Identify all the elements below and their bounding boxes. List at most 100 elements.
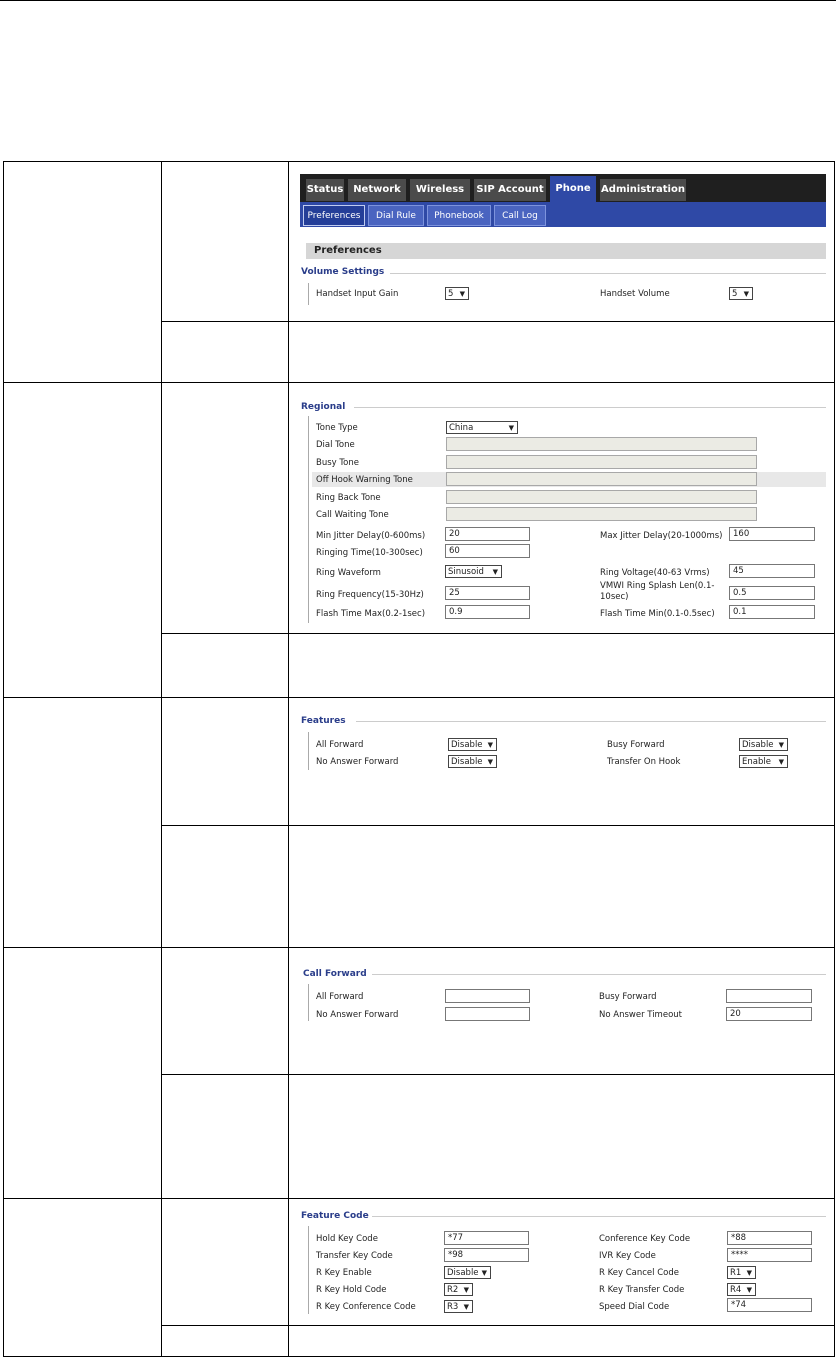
ring-waveform-select[interactable]: Sinusoid ▼ — [445, 565, 502, 578]
vmwi-ring-splash-input[interactable]: 0.5 — [729, 586, 815, 600]
dropdown-arrow-icon: ▼ — [746, 1269, 752, 1277]
section-title: Volume Settings — [301, 267, 385, 277]
field-label: Handset Volume — [600, 289, 670, 299]
field-label: VMWI Ring Splash Len(0.1- — [600, 581, 715, 591]
conference-key-code-input[interactable]: *88 — [727, 1231, 812, 1245]
field-label: Off Hook Warning Tone — [316, 475, 413, 485]
tab-network[interactable]: Network — [348, 179, 406, 201]
input-gain-select[interactable]: 5 ▼ — [445, 287, 469, 300]
r-key-transfer-code-select[interactable]: R4 ▼ — [727, 1283, 756, 1296]
field-label: Ring Frequency(15-30Hz) — [316, 590, 424, 600]
dropdown-arrow-icon: ▼ — [492, 568, 498, 576]
table-row-line — [3, 382, 835, 383]
section-bracket — [308, 283, 309, 305]
field-label: Handset Input Gain — [316, 289, 399, 299]
dropdown-arrow-icon: ▼ — [463, 1303, 469, 1311]
dropdown-arrow-icon: ▼ — [459, 290, 465, 298]
busy-forward-input[interactable] — [726, 989, 812, 1003]
tab-administration[interactable]: Administration — [600, 179, 686, 201]
field-label: Flash Time Min(0.1-0.5sec) — [600, 609, 715, 619]
section-divider — [356, 721, 826, 722]
section-bracket — [308, 732, 309, 770]
table-row-line — [161, 321, 835, 322]
tab-sip-account[interactable]: SIP Account — [474, 179, 546, 201]
field-label: Speed Dial Code — [599, 1302, 670, 1312]
r-key-cancel-code-select[interactable]: R1 ▼ — [727, 1266, 756, 1279]
field-label: Ring Waveform — [316, 568, 381, 578]
transfer-on-hook-select[interactable]: Enable ▼ — [739, 755, 788, 768]
tab-phone[interactable]: Phone — [550, 176, 596, 202]
no-answer-forward-select[interactable]: Disable ▼ — [448, 755, 497, 768]
table-border-right — [834, 161, 835, 1357]
tab-status[interactable]: Status — [306, 179, 344, 201]
subtab-dial-rule[interactable]: Dial Rule — [368, 205, 424, 226]
field-label: R Key Transfer Code — [599, 1285, 685, 1295]
busy-forward-select[interactable]: Disable ▼ — [739, 738, 788, 751]
handset-volume-select[interactable]: 5 ▼ — [729, 287, 753, 300]
field-label: Transfer On Hook — [607, 757, 681, 767]
ring-voltage-input[interactable]: 45 — [729, 564, 815, 578]
busy-tone-field[interactable] — [446, 455, 757, 469]
field-label: Flash Time Max(0.2-1sec) — [316, 609, 426, 619]
field-label: Busy Forward — [607, 740, 665, 750]
section-title: Call Forward — [303, 969, 367, 979]
no-answer-timeout-input[interactable]: 20 — [726, 1007, 812, 1021]
transfer-key-code-input[interactable]: *98 — [444, 1248, 529, 1262]
field-label: R Key Cancel Code — [599, 1268, 679, 1278]
field-label: All Forward — [316, 740, 364, 750]
r-key-enable-select[interactable]: Disable ▼ — [444, 1266, 491, 1279]
all-forward-input[interactable] — [445, 989, 530, 1003]
flash-time-min-input[interactable]: 0.1 — [729, 605, 815, 619]
dial-tone-field[interactable] — [446, 437, 757, 451]
field-label: Busy Forward — [599, 992, 657, 1002]
field-label: No Answer Forward — [316, 1010, 399, 1020]
field-label: Dial Tone — [316, 440, 355, 450]
section-title: Features — [301, 716, 346, 726]
speed-dial-code-input[interactable]: *74 — [727, 1298, 812, 1312]
section-bracket — [308, 1226, 309, 1314]
tone-type-select[interactable]: China ▼ — [446, 421, 518, 434]
field-label: IVR Key Code — [599, 1251, 656, 1261]
flash-time-max-input[interactable]: 0.9 — [445, 605, 530, 619]
r-key-conference-code-select[interactable]: R3 ▼ — [444, 1300, 473, 1313]
field-label: Busy Tone — [316, 458, 359, 468]
subtab-call-log[interactable]: Call Log — [494, 205, 546, 226]
field-label: Conference Key Code — [599, 1234, 691, 1244]
no-answer-forward-input[interactable] — [445, 1007, 530, 1021]
table-row-line — [161, 633, 835, 634]
field-label: Call Waiting Tone — [316, 510, 389, 520]
ringing-time-input[interactable]: 60 — [445, 544, 530, 558]
call-waiting-tone-field[interactable] — [446, 507, 757, 521]
tab-wireless[interactable]: Wireless — [410, 179, 470, 201]
ring-frequency-input[interactable]: 25 — [445, 586, 530, 600]
field-label: Transfer Key Code — [316, 1251, 393, 1261]
table-row-line — [161, 1325, 835, 1326]
section-bracket — [308, 416, 309, 623]
dropdown-arrow-icon: ▼ — [743, 290, 749, 298]
field-label: No Answer Forward — [316, 757, 399, 767]
sub-nav: Preferences Dial Rule Phonebook Call Log — [300, 202, 826, 227]
field-label: All Forward — [316, 992, 364, 1002]
r-key-hold-code-select[interactable]: R2 ▼ — [444, 1283, 473, 1296]
subtab-phonebook[interactable]: Phonebook — [427, 205, 491, 226]
hold-key-code-input[interactable]: *77 — [444, 1231, 529, 1245]
page-header-rule — [0, 0, 836, 1]
table-row-line — [161, 1074, 835, 1075]
table-divider-2 — [288, 161, 289, 1357]
ring-back-tone-field[interactable] — [446, 490, 757, 504]
min-jitter-delay-input[interactable]: 20 — [445, 527, 530, 541]
ivr-key-code-input[interactable]: **** — [727, 1248, 812, 1262]
main-nav: Status Network Wireless SIP Account Phon… — [300, 174, 826, 202]
max-jitter-delay-input[interactable]: 160 — [729, 527, 815, 541]
table-row-line — [3, 947, 835, 948]
subtab-preferences[interactable]: Preferences — [303, 205, 365, 226]
section-divider — [372, 974, 826, 975]
section-divider — [354, 407, 826, 408]
section-divider — [390, 273, 826, 274]
all-forward-select[interactable]: Disable ▼ — [448, 738, 497, 751]
off-hook-warning-tone-field[interactable] — [446, 472, 757, 486]
dropdown-arrow-icon: ▼ — [778, 741, 784, 749]
dropdown-arrow-icon: ▼ — [508, 424, 514, 432]
field-label: Max Jitter Delay(20-1000ms) — [600, 531, 723, 541]
field-label: R Key Hold Code — [316, 1285, 387, 1295]
